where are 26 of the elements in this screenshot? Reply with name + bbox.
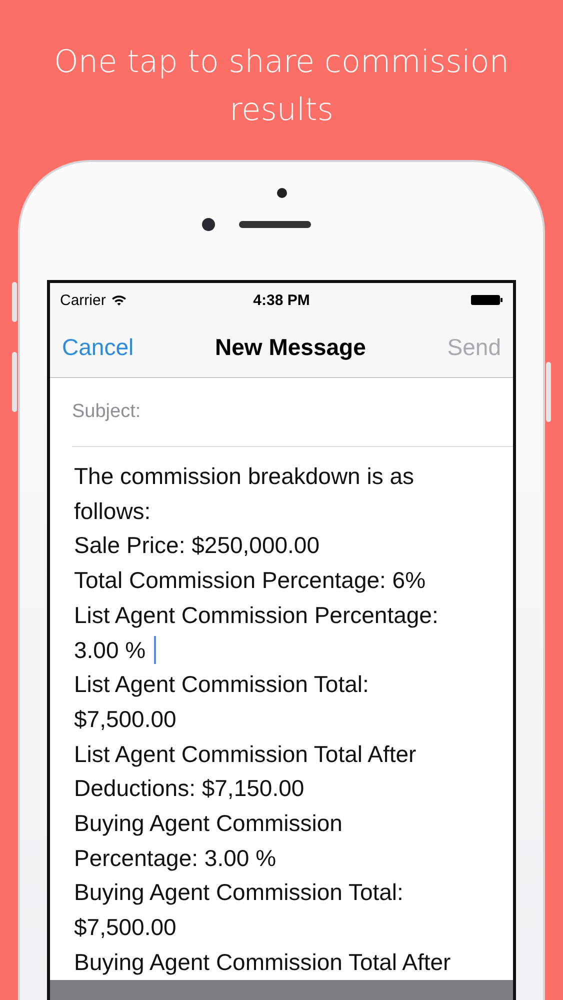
carrier-label: Carrier — [60, 292, 106, 308]
cancel-button[interactable]: Cancel — [62, 334, 134, 360]
message-text: Buying Agent Commission Total: — [74, 878, 404, 908]
camera-icon — [202, 218, 215, 231]
message-text: Sale Price: $250,000.00 — [74, 531, 320, 560]
message-text: Percentage: 3.00 % — [74, 844, 276, 873]
wifi-icon — [110, 294, 127, 306]
battery-icon — [470, 294, 503, 306]
message-text: Total Commission Percentage: 6% — [74, 566, 426, 596]
message-text: follows: — [74, 496, 151, 526]
message-text: Buying Agent Commission — [74, 809, 342, 838]
message-text: The commission breakdown is as — [74, 462, 414, 491]
message-text: Deductions: $7,150.00 — [74, 774, 304, 804]
message-text: Buying Agent Commission Total After — [74, 948, 451, 977]
message-text: 3.00 % — [74, 636, 146, 665]
speaker-icon — [239, 221, 311, 228]
message-text: $7,500.00 — [74, 913, 176, 942]
subject-field[interactable]: Subject: — [72, 401, 432, 423]
sensor-icon — [276, 188, 286, 198]
headline: One tap to share commission results — [53, 43, 510, 130]
message-text: List Agent Commission Total: — [74, 670, 369, 700]
status-time: 4:38 PM — [253, 292, 310, 308]
nav-title: New Message — [215, 334, 366, 360]
message-text: $7,500.00 — [74, 704, 176, 734]
message-text: List Agent Commission Total After — [74, 740, 416, 769]
message-text: List Agent Commission Percentage: — [74, 600, 438, 630]
